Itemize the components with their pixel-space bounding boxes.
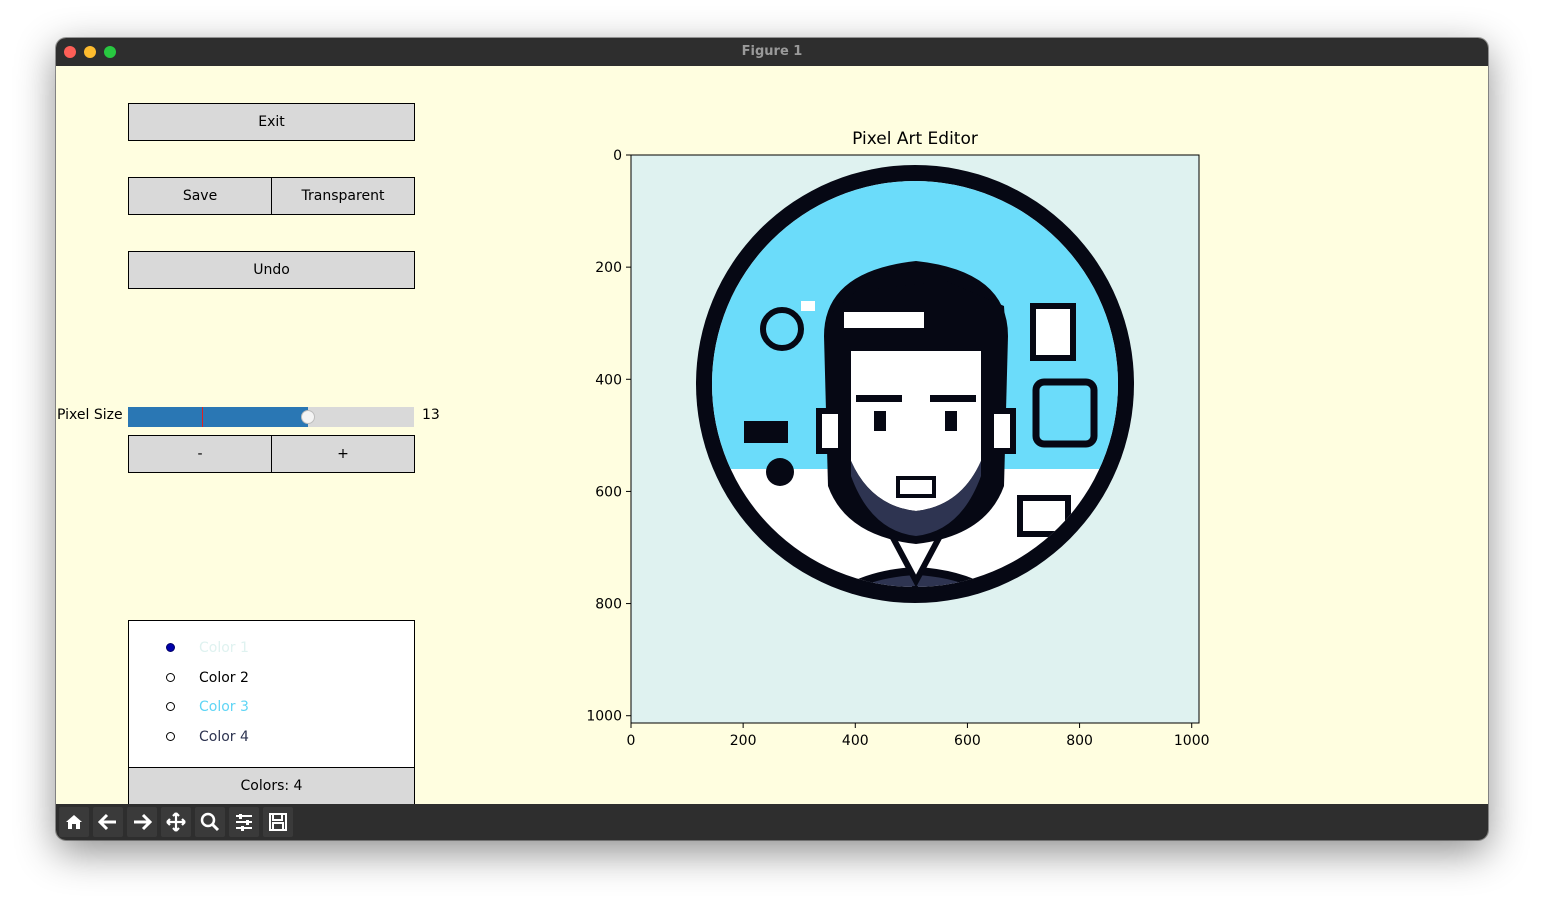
save-icon — [269, 813, 287, 831]
x-tick-label: 0 — [627, 733, 636, 749]
pixel-art-plot[interactable]: 0 200 400 600 800 1000 0 200 400 600 800 1000 — [56, 66, 1488, 804]
back-tool-button[interactable] — [93, 807, 123, 837]
x-tick-label: 1000 — [1174, 733, 1210, 749]
sky-speck — [801, 301, 815, 311]
figure-canvas: Exit Save Transparent Undo Pixel Size 13… — [56, 66, 1488, 805]
x-tick-label: 400 — [842, 733, 869, 749]
forward-tool-button[interactable] — [127, 807, 157, 837]
y-tick-label: 800 — [595, 597, 622, 613]
right-eyebrow — [930, 395, 976, 402]
sky-speck — [816, 516, 830, 526]
window-title: Figure 1 — [741, 44, 803, 59]
title-bar: Figure 1 — [56, 38, 1488, 67]
y-tick-label: 600 — [595, 484, 622, 500]
left-eyebrow — [856, 395, 902, 402]
pan-tool-button[interactable] — [161, 807, 191, 837]
x-tick-label: 800 — [1066, 733, 1093, 749]
left-ear — [816, 408, 844, 454]
left-icon-shape — [744, 421, 788, 443]
home-tool-button[interactable] — [59, 807, 89, 837]
mouth — [896, 476, 936, 498]
forward-icon — [134, 813, 153, 831]
zoom-tool-button[interactable] — [195, 807, 225, 837]
hat-band — [844, 312, 924, 328]
zoom-icon — [200, 812, 220, 832]
left-eye — [874, 411, 886, 431]
back-icon — [97, 813, 116, 831]
figure-window: Figure 1 Exit Save Transparent Undo Pixe… — [56, 38, 1488, 840]
pan-icon — [166, 812, 186, 832]
home-icon — [66, 815, 82, 829]
right-ear — [988, 408, 1016, 454]
right-eye — [945, 411, 957, 431]
right-icon-frame — [1030, 303, 1076, 361]
navigation-toolbar — [56, 804, 1488, 840]
left-icon-dot — [766, 458, 794, 486]
configure-tool-button[interactable] — [229, 807, 259, 837]
save-tool-button[interactable] — [263, 807, 293, 837]
configure-icon — [236, 814, 252, 831]
sky-speck — [1066, 476, 1080, 486]
y-tick-label: 1000 — [586, 709, 622, 725]
x-tick-label: 200 — [730, 733, 757, 749]
y-tick-label: 200 — [595, 260, 622, 276]
x-tick-label: 600 — [954, 733, 981, 749]
y-tick-label: 400 — [595, 372, 622, 388]
y-tick-label: 0 — [613, 148, 622, 164]
